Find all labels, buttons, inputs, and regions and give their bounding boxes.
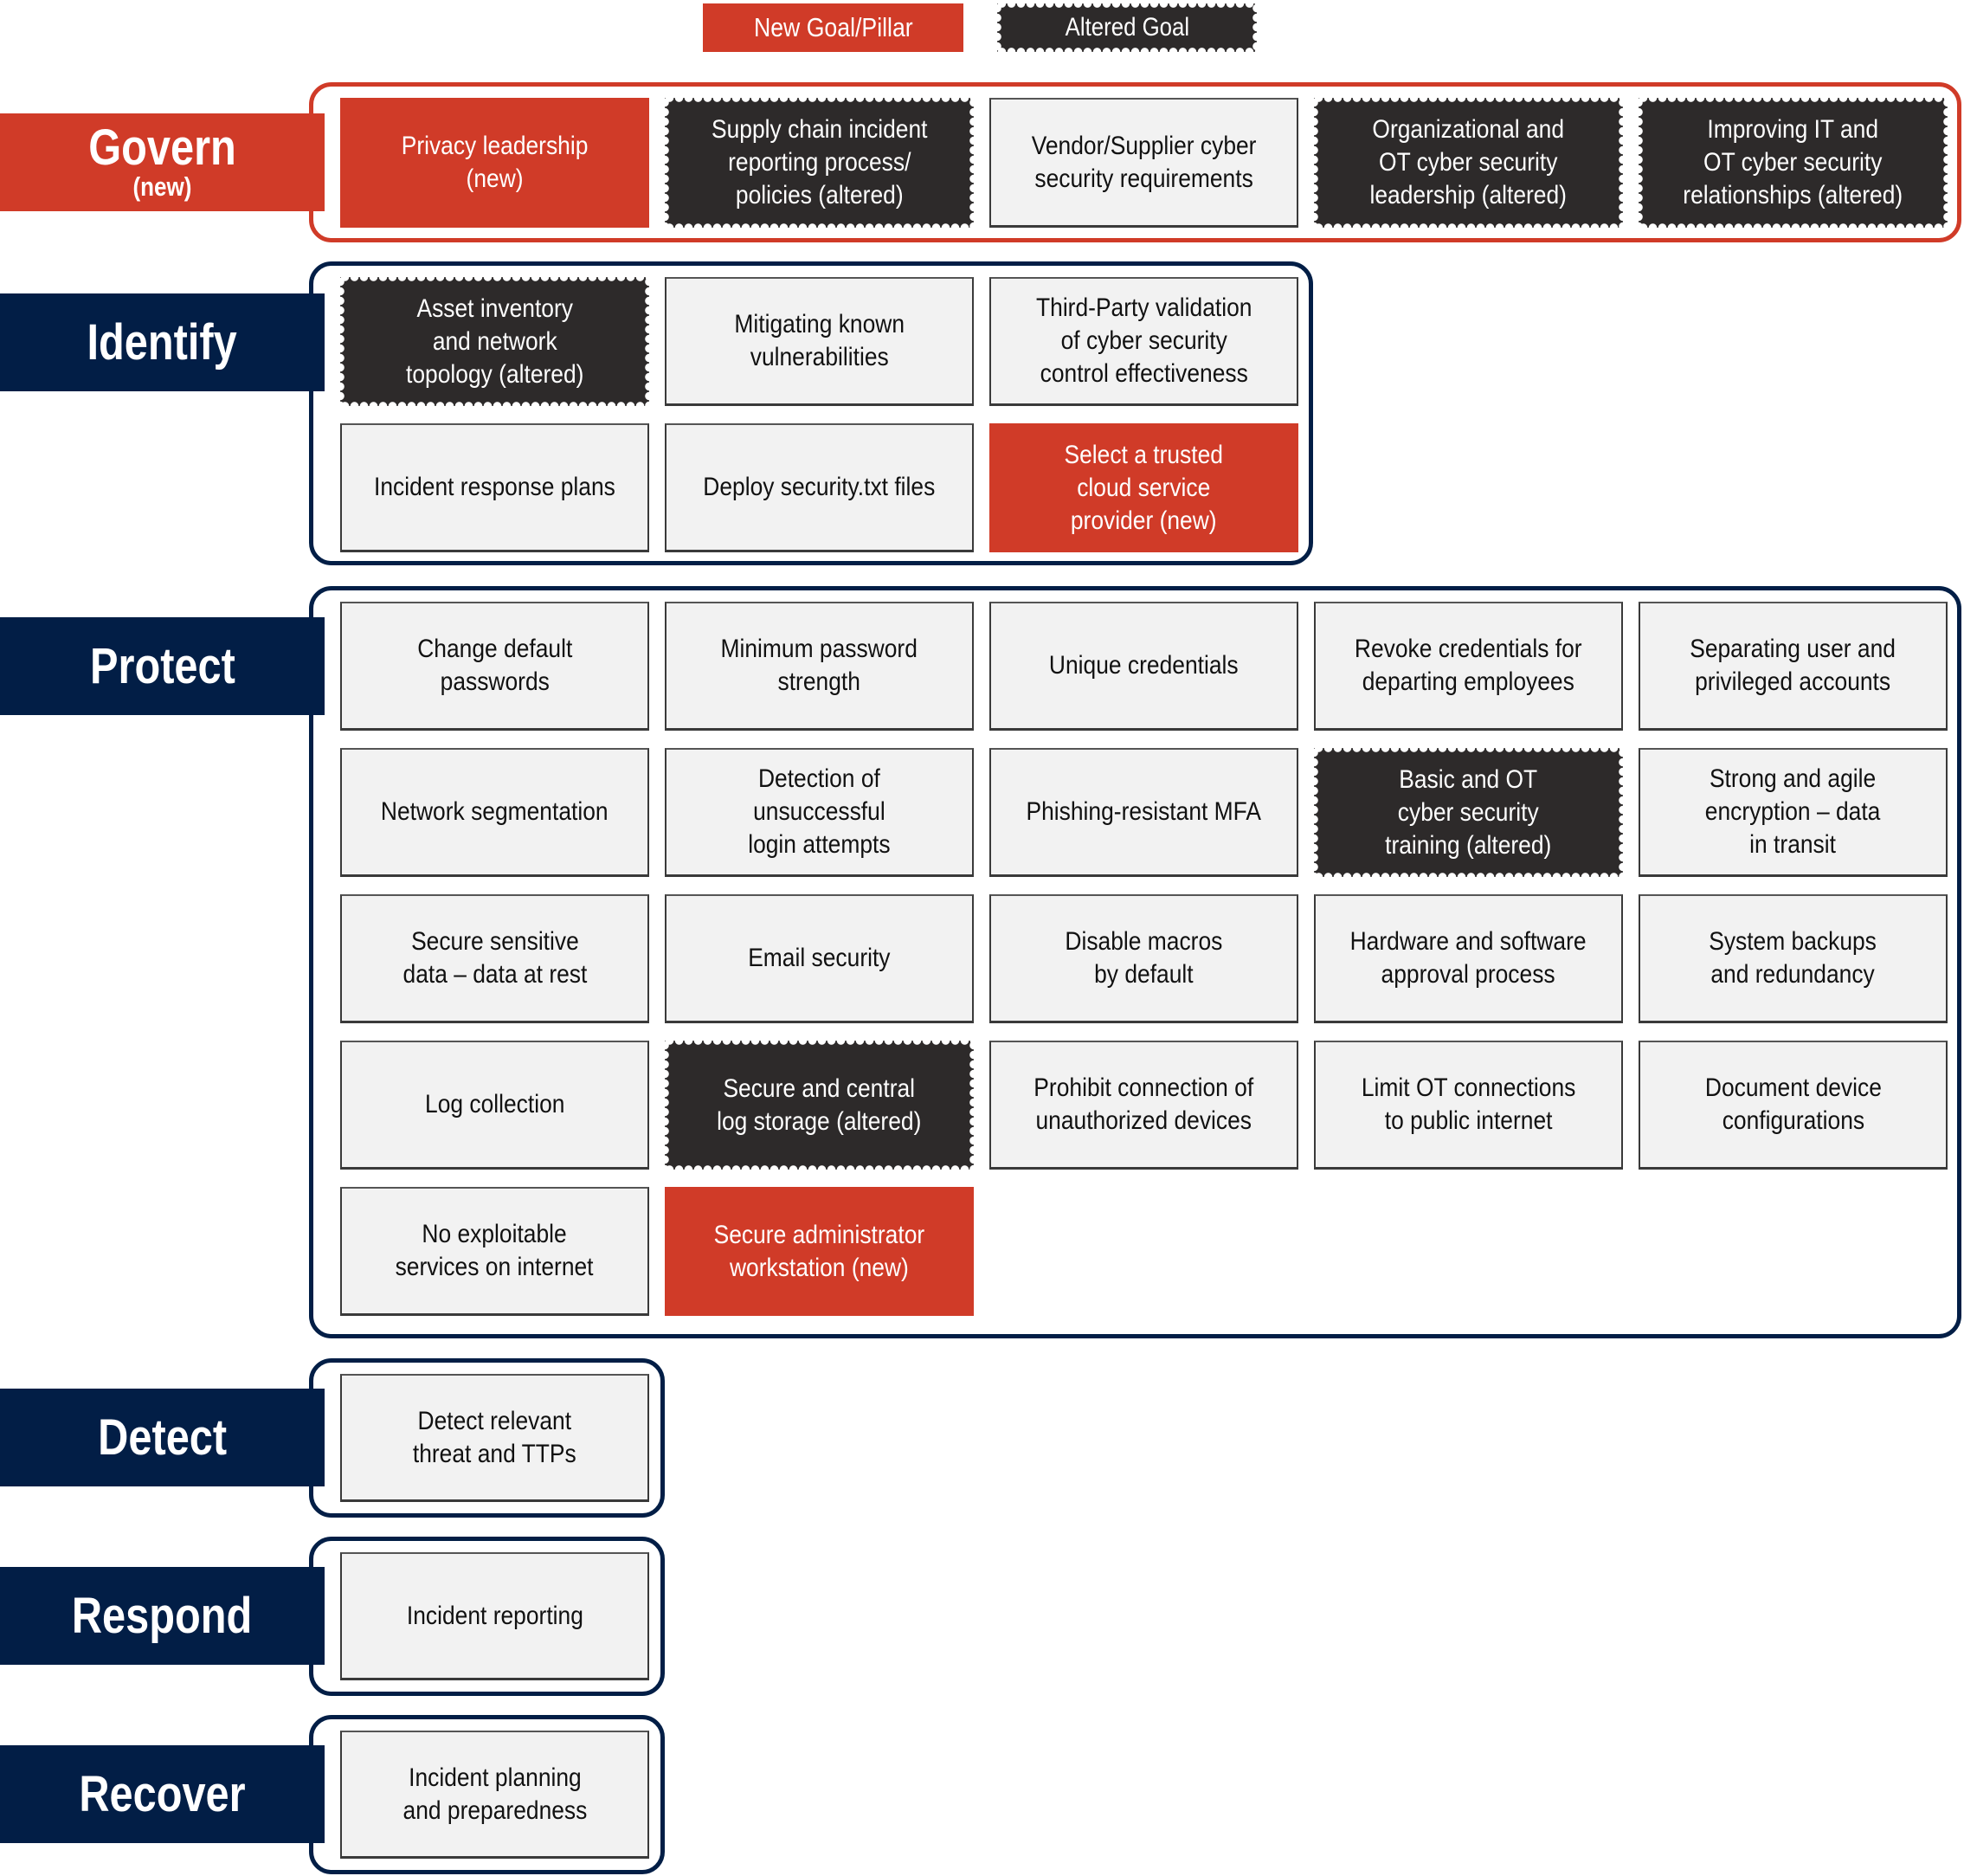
detect-pillar-label: Detect [0, 1389, 325, 1486]
goal-label: Network segmentation [381, 797, 609, 826]
goal-label: Phishing-resistant MFA [1026, 797, 1262, 826]
recover-goal-standard: Incident planning and preparedness [340, 1731, 649, 1859]
goal-label: Vendor/Supplier cyber security requireme… [1031, 131, 1257, 193]
goal-label: Third-Party validation of cyber security… [1035, 293, 1252, 388]
protect-goal-altered: Secure and central log storage (altered) [660, 1041, 978, 1170]
protect-goal-standard: Secure sensitive data – data at rest [340, 894, 649, 1023]
goal-label: System backups and redundancy [1709, 927, 1877, 989]
goal-label: Incident planning and preparedness [402, 1763, 587, 1825]
protect-goal-standard: Log collection [340, 1041, 649, 1170]
identify-goal-standard: Third-Party validation of cyber security… [989, 277, 1298, 406]
goal-label: Change default passwords [416, 635, 573, 696]
identify-pillar-label: Identify [0, 293, 325, 391]
govern-goal-altered: Organizational and OT cyber security lea… [1310, 98, 1627, 228]
protect-goal-standard: Email security [665, 894, 974, 1023]
protect-goal-standard: Change default passwords [340, 602, 649, 731]
legend-new-goal: New Goal/Pillar [703, 3, 963, 52]
protect-goal-altered: Basic and OT cyber security training (al… [1310, 748, 1627, 877]
legend-altered-goal: Altered Goal [993, 3, 1261, 52]
goal-label: Deploy security.txt files [703, 473, 936, 501]
legend-new-goal-label: New Goal/Pillar [753, 12, 913, 42]
protect-goal-standard: Disable macros by default [989, 894, 1298, 1023]
govern-pillar-label: Govern (new) [0, 113, 325, 211]
goal-label: Limit OT connections to public internet [1361, 1073, 1576, 1135]
identify-goal-standard: Mitigating known vulnerabilities [665, 277, 974, 406]
goal-label: Mitigating known vulnerabilities [734, 310, 905, 371]
legend-altered-goal-label: Altered Goal [1065, 13, 1189, 42]
recover-pillar-label: Recover [0, 1745, 325, 1843]
goal-label: Incident response plans [374, 473, 615, 501]
protect-goal-standard: Separating user and privileged accounts [1639, 602, 1948, 731]
protect-goal-standard: Unique credentials [989, 602, 1298, 731]
govern-goal-altered: Improving IT and OT cyber security relat… [1634, 98, 1952, 228]
goal-label: Detection of unsuccessful login attempts [748, 764, 891, 859]
protect-goal-standard: Prohibit connection of unauthorized devi… [989, 1041, 1298, 1170]
goal-label: Prohibit connection of unauthorized devi… [1034, 1073, 1254, 1135]
govern-goal-standard: Vendor/Supplier cyber security requireme… [989, 98, 1298, 228]
goal-label: Unique credentials [1049, 651, 1239, 680]
goal-label: Select a trusted cloud service provider … [1064, 440, 1224, 535]
protect-goal-standard: Limit OT connections to public internet [1314, 1041, 1623, 1170]
goal-label: Revoke credentials for departing employe… [1355, 635, 1582, 696]
goal-label: Secure administrator workstation (new) [713, 1220, 925, 1282]
protect-goal-new: Secure administrator workstation (new) [665, 1187, 974, 1316]
protect-goal-standard: System backups and redundancy [1639, 894, 1948, 1023]
goal-label: Organizational and OT cyber security lea… [1369, 115, 1568, 210]
goal-label: Secure sensitive data – data at rest [402, 927, 587, 989]
goal-label: Detect relevant threat and TTPs [413, 1406, 576, 1468]
goal-label: Email security [748, 944, 891, 972]
protect-goal-standard: Strong and agile encryption – data in tr… [1639, 748, 1948, 877]
goal-label: No exploitable services on internet [396, 1220, 594, 1281]
detect-title: Detect [98, 1409, 227, 1466]
protect-goal-standard: Detection of unsuccessful login attempts [665, 748, 974, 877]
goal-label: Separating user and privileged accounts [1690, 635, 1896, 696]
detect-goal-standard: Detect relevant threat and TTPs [340, 1374, 649, 1502]
protect-goal-standard: Document device configurations [1639, 1041, 1948, 1170]
recover-title: Recover [79, 1765, 246, 1822]
goal-label: Minimum password strength [720, 635, 918, 696]
protect-pillar-label: Protect [0, 617, 325, 715]
protect-goal-standard: Minimum password strength [665, 602, 974, 731]
govern-goal-altered: Supply chain incident reporting process/… [660, 98, 978, 228]
goal-label: Log collection [424, 1090, 565, 1119]
goal-label: Asset inventory and network topology (al… [405, 293, 584, 389]
goal-label: Disable macros by default [1065, 927, 1223, 989]
identify-goal-standard: Deploy security.txt files [665, 423, 974, 552]
goal-label: Basic and OT cyber security training (al… [1385, 764, 1552, 860]
goal-label: Improving IT and OT cyber security relat… [1683, 115, 1903, 210]
protect-title: Protect [89, 637, 235, 694]
protect-goal-standard: Hardware and software approval process [1314, 894, 1623, 1023]
identify-goal-altered: Asset inventory and network topology (al… [336, 277, 654, 406]
govern-title: Govern [88, 119, 236, 177]
goal-label: Privacy leadership (new) [401, 132, 589, 193]
goal-label: Hardware and software approval process [1350, 927, 1587, 989]
respond-pillar-label: Respond [0, 1567, 325, 1665]
respond-goal-standard: Incident reporting [340, 1552, 649, 1680]
identify-title: Identify [87, 313, 238, 371]
protect-goal-standard: No exploitable services on internet [340, 1187, 649, 1316]
govern-goal-new: Privacy leadership (new) [340, 98, 649, 228]
identify-goal-new: Select a trusted cloud service provider … [989, 423, 1298, 552]
goal-label: Incident reporting [406, 1601, 583, 1630]
goal-label: Secure and central log storage (altered) [717, 1073, 922, 1136]
goal-label: Supply chain incident reporting process/… [711, 115, 928, 210]
protect-goal-standard: Phishing-resistant MFA [989, 748, 1298, 877]
goal-label: Strong and agile encryption – data in tr… [1705, 764, 1881, 859]
respond-title: Respond [72, 1587, 253, 1644]
govern-new-tag: (new) [132, 171, 192, 203]
protect-goal-standard: Network segmentation [340, 748, 649, 877]
identify-goal-standard: Incident response plans [340, 423, 649, 552]
goal-label: Document device configurations [1704, 1073, 1882, 1135]
protect-goal-standard: Revoke credentials for departing employe… [1314, 602, 1623, 731]
